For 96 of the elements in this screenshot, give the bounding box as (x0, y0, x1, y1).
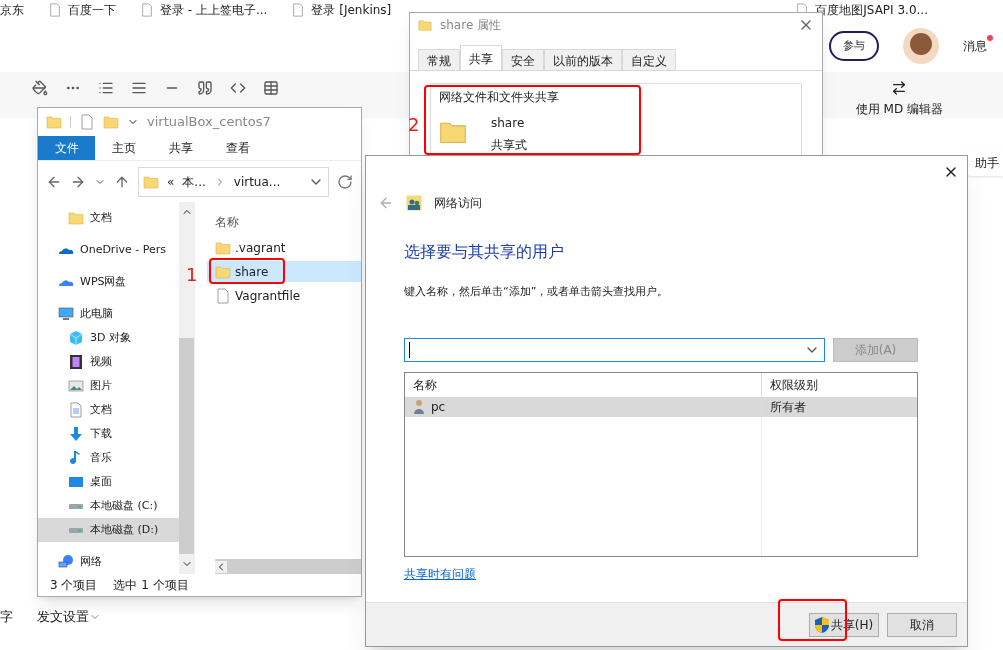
folder-icon (215, 239, 231, 256)
film-icon (68, 354, 84, 370)
file-row[interactable]: .vagrant (207, 237, 361, 258)
shield-icon (814, 616, 829, 633)
monitor-icon (58, 306, 74, 322)
address-bar[interactable]: « 本... virtua... (138, 166, 329, 197)
file-row[interactable]: Vagrantfile (207, 285, 361, 306)
users-icon (406, 195, 422, 211)
image-icon (68, 378, 84, 394)
bookmark[interactable]: 登录 [Jenkins] (291, 1, 392, 19)
ribbon-tab[interactable]: 主页 (95, 136, 152, 160)
drive-icon (68, 525, 84, 535)
user-name: pc (431, 398, 446, 416)
file-icon (291, 3, 306, 17)
ribbon-tab[interactable]: 共享 (152, 136, 209, 160)
status-text: 选中 1 个项目 (113, 577, 189, 594)
user-icon (413, 398, 425, 415)
folder-icon (143, 173, 159, 190)
breadcrumb-item[interactable]: virtua... (233, 172, 281, 191)
cube-icon (68, 330, 84, 346)
nav-item[interactable]: 视频 (38, 350, 179, 374)
join-button[interactable]: 参与 (829, 31, 879, 61)
nav-item[interactable]: 本地磁盘 (D:) (38, 518, 179, 542)
tab[interactable]: 自定义 (622, 49, 676, 70)
window-title: share 属性 (440, 17, 502, 34)
scroll-left-icon[interactable] (215, 560, 227, 573)
tab[interactable]: 以前的版本 (544, 49, 622, 70)
help-link[interactable]: 共享时有问题 (404, 564, 476, 583)
nav-item[interactable]: WPS网盘 (38, 270, 179, 294)
nav-item[interactable]: 本地磁盘 (C:) (38, 494, 179, 518)
bookmark[interactable]: 登录 - 上上签电子... (140, 1, 268, 19)
breadcrumb-item[interactable]: 本... (182, 172, 206, 191)
folder-icon (46, 114, 62, 130)
step-number: 1 (186, 266, 198, 284)
messages-link[interactable]: 消息 (963, 39, 987, 53)
document-icon (68, 402, 84, 418)
tab[interactable]: 共享 (460, 45, 502, 70)
nav-item[interactable]: 此电脑 (38, 302, 179, 326)
publish-settings-link[interactable]: 发文设置 (37, 607, 101, 627)
bookmark[interactable]: 百度一下 (48, 1, 116, 19)
cancel-button[interactable]: 取消 (887, 612, 957, 637)
network-icon (58, 554, 74, 570)
nav-item[interactable]: 网络 (38, 550, 179, 574)
file-icon (215, 287, 231, 304)
nav-item[interactable]: 文档 (38, 206, 179, 230)
user-row[interactable]: pc 所有者 (405, 396, 917, 417)
file-row[interactable]: share (207, 261, 361, 282)
tab[interactable]: 常规 (418, 49, 460, 70)
drive-icon (68, 501, 84, 511)
ribbon-tab[interactable]: 文件 (38, 136, 95, 160)
bookmark[interactable]: 京东 (0, 1, 24, 19)
file-icon (79, 114, 95, 130)
nav-item[interactable]: 音乐 (38, 446, 179, 470)
status-text: 3 个项目 (50, 577, 98, 594)
list-icon[interactable] (98, 80, 114, 96)
folder-name: share (491, 115, 526, 132)
dialog-nav-title: 网络访问 (434, 195, 482, 212)
column-header[interactable]: 名称 (405, 372, 762, 397)
file-icon (140, 3, 154, 17)
down-arrow-icon (68, 426, 84, 442)
folder-icon (215, 263, 231, 280)
md-editor-button[interactable]: 使用 MD 编辑器 (855, 80, 943, 118)
tab[interactable]: 安全 (502, 49, 544, 70)
column-header[interactable]: 名称 (215, 210, 361, 234)
user-combo-box[interactable] (404, 337, 825, 362)
step-number: 2 (408, 116, 420, 134)
avatar-icon[interactable] (903, 28, 939, 64)
sidebar-text: 字 (0, 608, 13, 627)
instruction-text: 键入名称，然后单击“添加”，或者单击箭头查找用户。 (404, 284, 670, 300)
refresh-icon[interactable] (337, 173, 353, 190)
scrollbar[interactable] (179, 202, 194, 574)
group-title: 网络文件和文件夹共享 (439, 90, 559, 104)
nav-item[interactable]: 桌面 (38, 470, 179, 494)
folder-icon (418, 18, 432, 32)
desktop-icon (68, 474, 84, 490)
table-icon[interactable] (263, 80, 279, 96)
folder-icon (68, 210, 84, 226)
nav-item[interactable]: 3D 对象 (38, 326, 179, 350)
nav-item[interactable]: 下载 (38, 422, 179, 446)
dialog-heading: 选择要与其共享的用户 (404, 241, 565, 263)
align-icon[interactable] (131, 80, 147, 96)
breadcrumb-item[interactable]: « (167, 172, 175, 191)
paint-bucket-icon[interactable] (32, 80, 48, 96)
swap-icon (891, 80, 908, 96)
share-status: 共享式 (491, 137, 527, 154)
nav-item[interactable]: OneDrive - Pers (38, 238, 179, 262)
column-header[interactable]: 权限级别 (762, 372, 917, 397)
file-icon (48, 3, 62, 17)
code-icon[interactable] (230, 80, 246, 96)
ribbon-tab[interactable]: 查看 (209, 136, 266, 160)
folder-icon (103, 114, 119, 130)
nav-item[interactable]: 文档 (38, 398, 179, 422)
window-title: virtualBox_centos7 (147, 113, 271, 132)
quote-icon[interactable] (197, 80, 213, 96)
permission-cell-text: 所有者 (769, 398, 807, 416)
nav-item[interactable]: 图片 (38, 374, 179, 398)
